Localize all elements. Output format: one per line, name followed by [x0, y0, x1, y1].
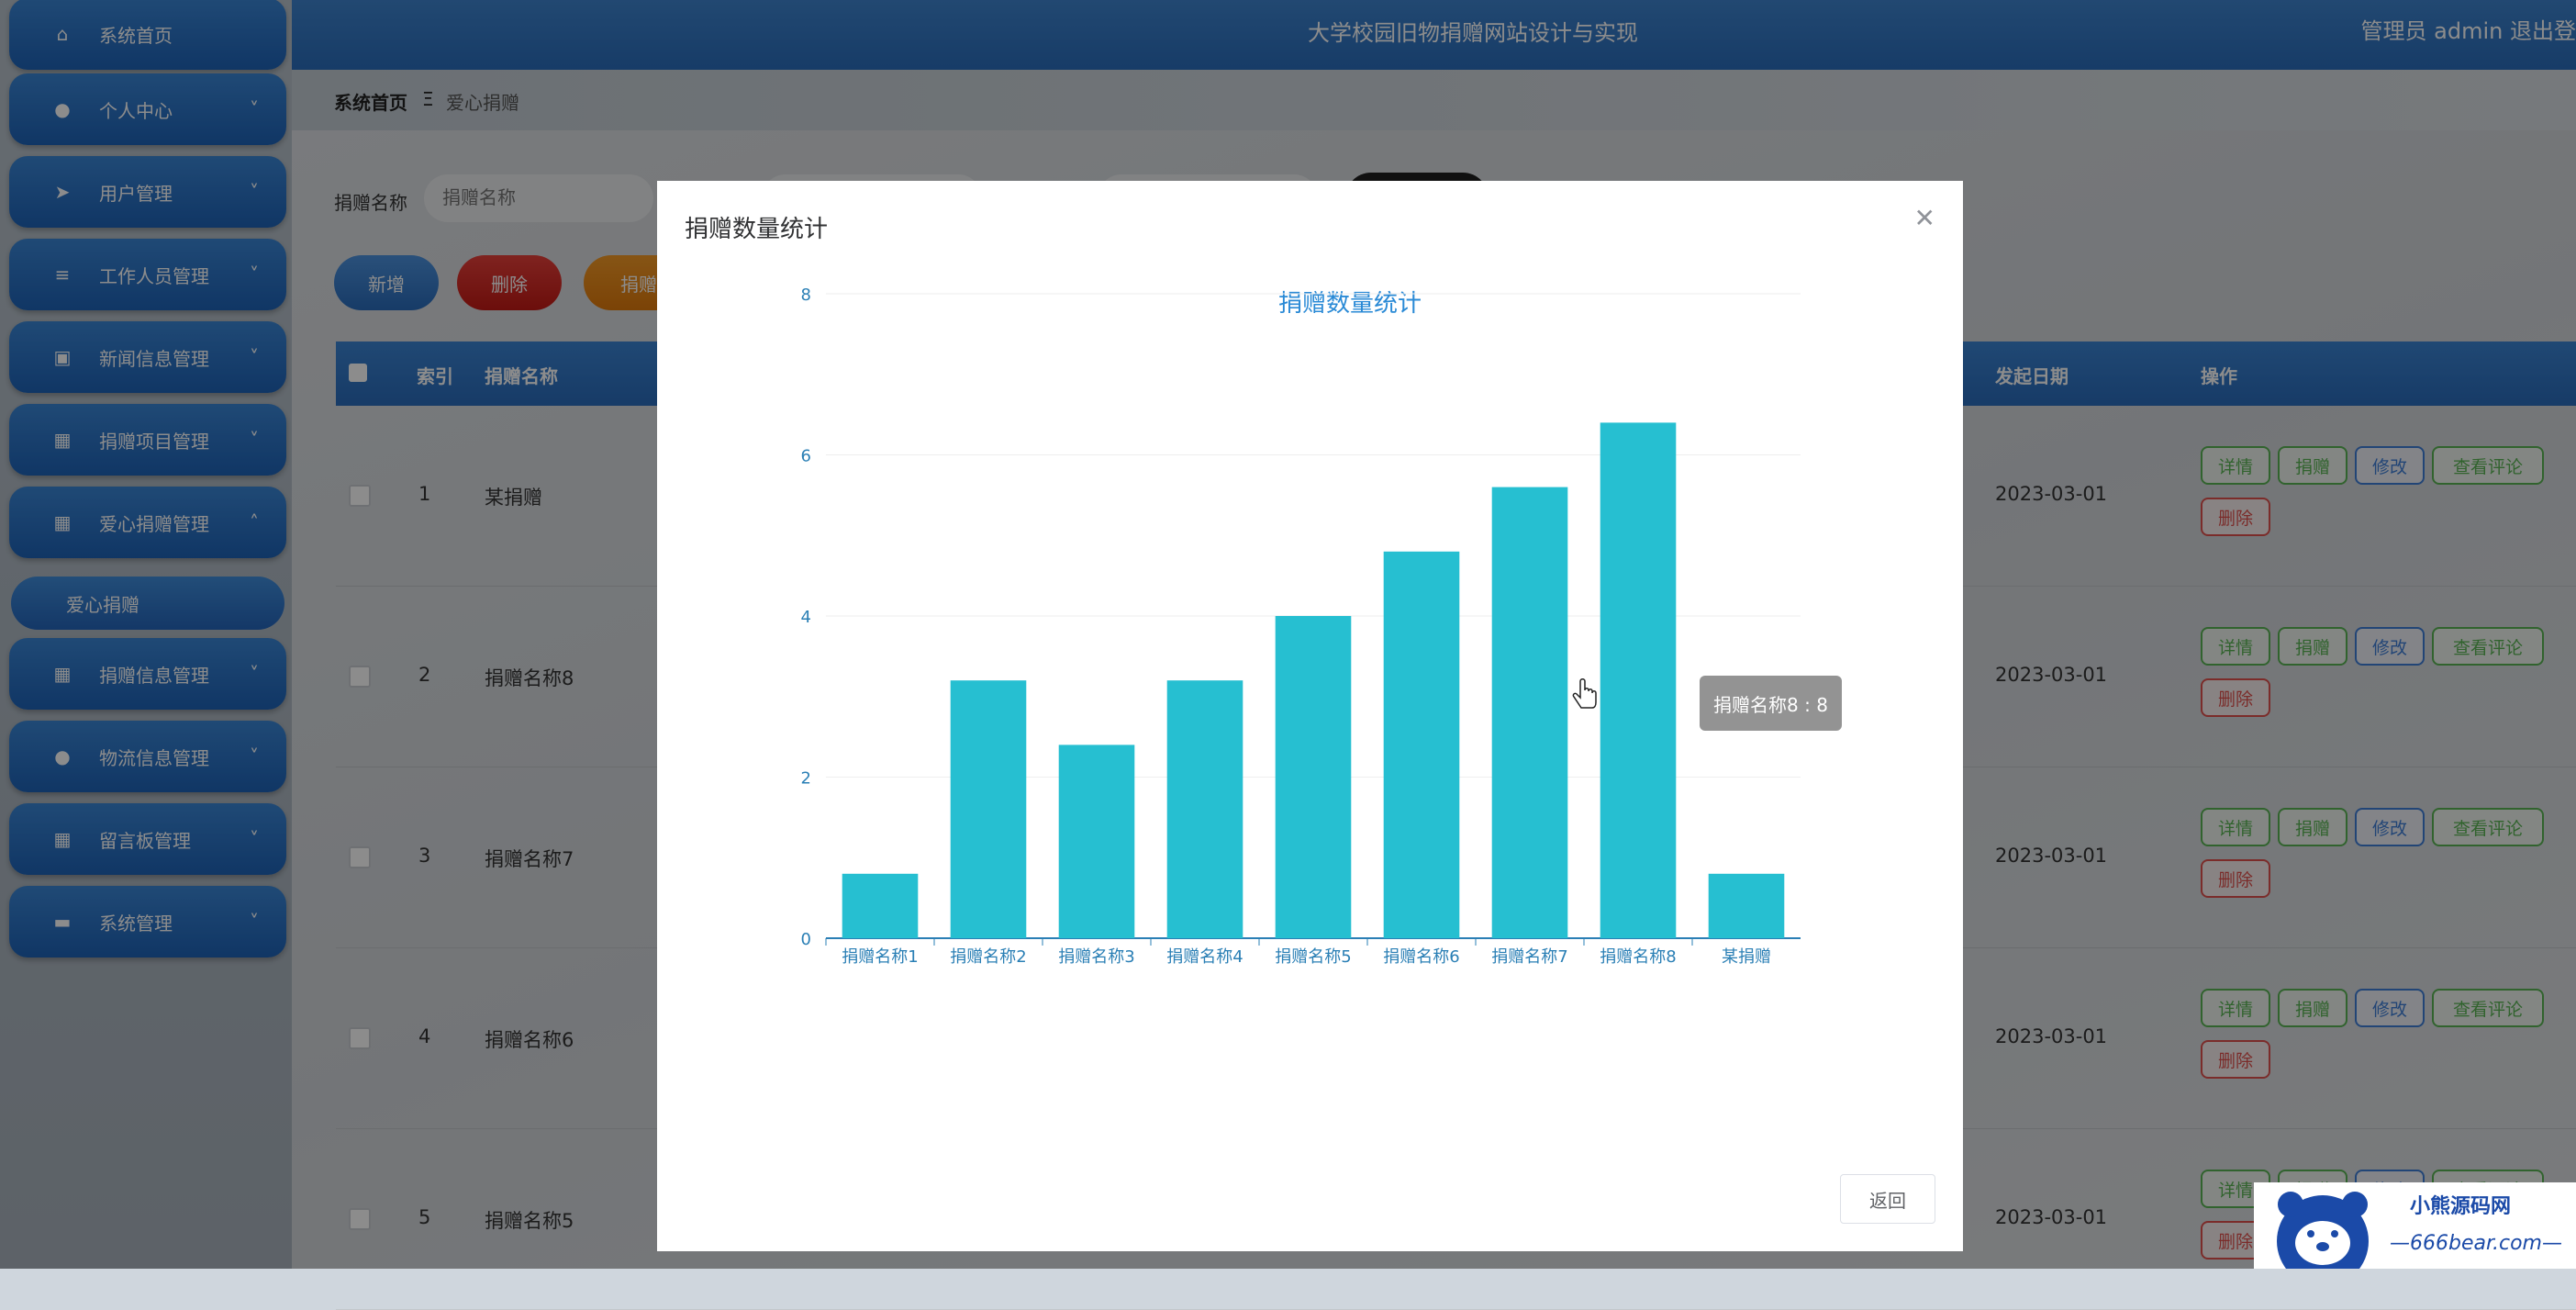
bar[interactable]	[842, 873, 919, 938]
bear-logo-icon	[2277, 1192, 2369, 1269]
y-tick-label: 6	[801, 447, 811, 466]
watermark-brand: 小熊源码网	[2410, 1195, 2512, 1218]
y-tick-label: 4	[801, 608, 811, 627]
bar[interactable]	[1166, 680, 1243, 938]
y-tick-label: 8	[801, 286, 811, 305]
x-tick-label: 捐赠名称6	[1383, 947, 1459, 967]
x-tick-label: 某捐赠	[1722, 947, 1771, 967]
bar[interactable]	[1275, 616, 1352, 938]
close-icon[interactable]: ✕	[1914, 203, 1935, 233]
x-tick-label: 捐赠名称8	[1600, 947, 1676, 967]
chart-tooltip: 捐赠名称8 : 8	[1700, 676, 1842, 731]
bar[interactable]	[950, 680, 1027, 938]
x-tick-label: 捐赠名称7	[1491, 947, 1567, 967]
x-tick-label: 捐赠名称4	[1166, 947, 1243, 967]
back-button[interactable]: 返回	[1840, 1174, 1935, 1224]
modal-title: 捐赠数量统计	[685, 216, 829, 243]
watermark: 小熊源码网 —666bear.com—	[2254, 1182, 2576, 1269]
y-tick-label: 0	[801, 930, 811, 949]
x-tick-label: 捐赠名称3	[1058, 947, 1134, 967]
bar[interactable]	[1491, 487, 1568, 938]
bar[interactable]	[1600, 422, 1677, 938]
bar[interactable]	[1058, 745, 1135, 938]
watermark-url: —666bear.com—	[2390, 1232, 2562, 1255]
bar[interactable]	[1708, 873, 1785, 938]
hand-cursor-icon	[1572, 678, 1597, 709]
y-tick-label: 2	[801, 769, 811, 789]
x-tick-label: 捐赠名称1	[842, 947, 918, 967]
x-tick-label: 捐赠名称2	[950, 947, 1026, 967]
bar[interactable]	[1383, 551, 1460, 938]
x-tick-label: 捐赠名称5	[1275, 947, 1351, 967]
